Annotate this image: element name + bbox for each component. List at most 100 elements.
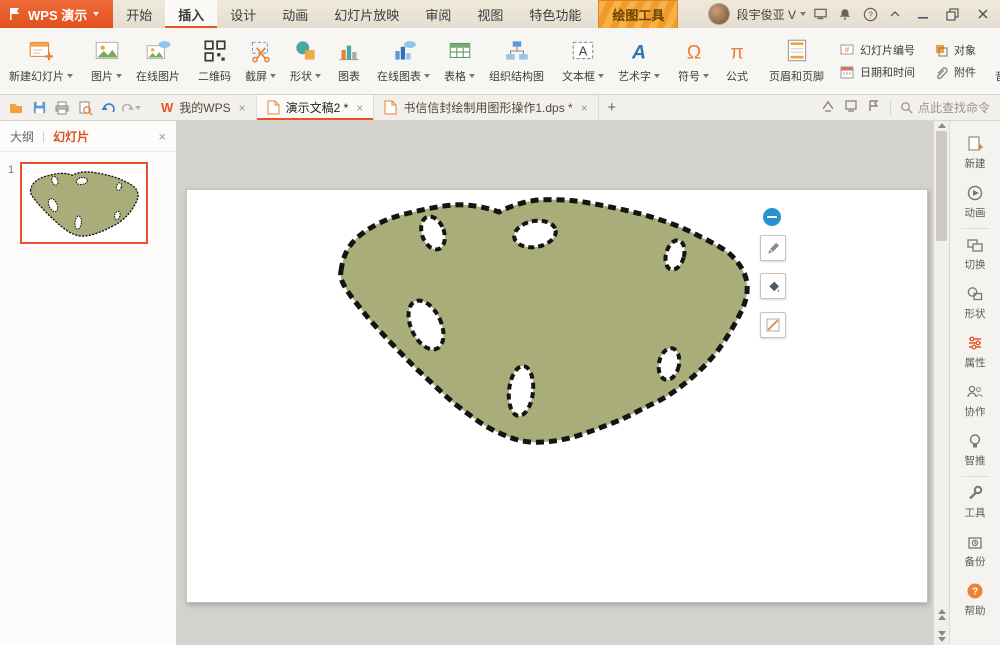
sidebar-item-smart-suggest[interactable]: 智推 — [950, 426, 1000, 475]
double-chevron-up-icon — [938, 609, 946, 614]
lightbulb-icon — [966, 432, 984, 450]
word-art-button[interactable]: A 艺术字 — [611, 29, 667, 92]
app-logo[interactable]: WPS 演示 — [0, 0, 113, 28]
sidebar-item-animation[interactable]: 动画 — [950, 178, 1000, 227]
doc-tab-letter-envelope[interactable]: 书信信封绘制用图形操作1.dps * × — [374, 95, 598, 120]
transition-icon — [966, 236, 984, 254]
sidebar-item-help[interactable]: ? 帮助 — [950, 576, 1000, 625]
close-panel-icon[interactable]: × — [158, 129, 166, 144]
online-picture-button[interactable]: 在线图片 — [129, 29, 187, 92]
tab-home[interactable]: 开始 — [113, 0, 165, 28]
slide-number-button[interactable]: # 幻灯片编号 — [839, 42, 915, 58]
online-chart-icon — [390, 37, 418, 65]
outline-color-button[interactable] — [760, 312, 786, 338]
screenshot-button[interactable]: 截屏 — [238, 29, 283, 92]
shapes-button[interactable]: 形状 — [283, 29, 328, 92]
object-button[interactable]: 对象 — [933, 42, 976, 58]
tab-special-features[interactable]: 特色功能 — [516, 0, 594, 28]
collapse-ribbon-icon[interactable] — [884, 4, 906, 24]
minimize-button[interactable] — [909, 2, 936, 26]
svg-text:A: A — [579, 43, 588, 58]
chevron-down-icon — [703, 74, 709, 78]
sidebar-item-shapes[interactable]: 形状 — [950, 279, 1000, 328]
table-button[interactable]: 表格 — [437, 29, 482, 92]
workspace-icon[interactable] — [867, 99, 881, 116]
freeform-shape-selected[interactable] — [177, 121, 933, 645]
sidebar-item-properties[interactable]: 属性 — [950, 328, 1000, 377]
close-tab-icon[interactable]: × — [356, 101, 363, 115]
table-icon — [446, 37, 474, 65]
tab-view[interactable]: 视图 — [464, 0, 516, 28]
slide-number-icon: # — [839, 42, 855, 58]
chevron-down-icon — [93, 12, 99, 16]
slide-canvas[interactable] — [177, 121, 933, 645]
chart-button[interactable]: 图表 — [328, 29, 370, 92]
tab-slides[interactable]: 幻灯片 — [53, 128, 89, 145]
close-button[interactable] — [969, 2, 996, 26]
scrollbar-thumb[interactable] — [936, 131, 947, 241]
new-slide-button[interactable]: 新建幻灯片 — [2, 29, 80, 92]
header-footer-button[interactable]: 页眉和页脚 — [762, 29, 831, 92]
print-icon[interactable] — [52, 98, 72, 118]
tab-list-icon[interactable] — [821, 99, 835, 116]
chevron-down-icon — [424, 74, 430, 78]
picture-button[interactable]: 图片 — [84, 29, 129, 92]
open-folder-icon[interactable] — [6, 98, 26, 118]
user-name[interactable]: 段宇俊亚 V — [737, 6, 796, 23]
formula-button[interactable]: π 公式 — [716, 29, 758, 92]
chevron-down-icon — [270, 74, 276, 78]
sidebar-item-tools[interactable]: 工具 — [950, 478, 1000, 527]
bell-icon[interactable] — [834, 4, 856, 24]
sidebar-item-backup[interactable]: 备份 — [950, 527, 1000, 576]
qr-code-button[interactable]: 二维码 — [191, 29, 238, 92]
slide-thumbnail[interactable] — [20, 162, 148, 244]
org-chart-button[interactable]: 组织结构图 — [482, 29, 551, 92]
previous-slide-button[interactable] — [938, 605, 946, 624]
sidebar-item-transition[interactable]: 切换 — [950, 230, 1000, 279]
sidebar-item-new[interactable]: 新建 — [950, 129, 1000, 178]
tab-design[interactable]: 设计 — [217, 0, 269, 28]
tab-slideshow[interactable]: 幻灯片放映 — [321, 0, 412, 28]
wps-presentation-window: WPS 演示 开始 插入 设计 动画 幻灯片放映 审阅 视图 特色功能 绘图工具… — [0, 0, 1000, 645]
tab-animation[interactable]: 动画 — [269, 0, 321, 28]
chevron-down-icon — [135, 106, 141, 110]
save-icon[interactable] — [29, 98, 49, 118]
tab-review[interactable]: 审阅 — [412, 0, 464, 28]
doc-tab-presentation2[interactable]: 演示文稿2 * × — [257, 95, 375, 120]
edit-points-button[interactable] — [760, 235, 786, 261]
next-slide-button[interactable] — [938, 627, 946, 645]
people-icon — [966, 383, 984, 401]
share-screen-icon[interactable] — [809, 4, 831, 24]
audio-button[interactable]: 音频 — [988, 29, 1000, 92]
user-avatar[interactable] — [708, 3, 730, 25]
tab-insert[interactable]: 插入 — [165, 0, 217, 28]
redo-icon[interactable] — [121, 98, 141, 118]
restore-button[interactable] — [939, 2, 966, 26]
close-tab-icon[interactable]: × — [239, 101, 246, 115]
close-tab-icon[interactable]: × — [581, 101, 588, 115]
print-preview-icon[interactable] — [75, 98, 95, 118]
fill-color-button[interactable] — [760, 273, 786, 299]
symbol-button[interactable]: Ω 符号 — [671, 29, 716, 92]
new-tab-button[interactable]: + — [599, 95, 625, 120]
sidebar-item-collaborate[interactable]: 协作 — [950, 377, 1000, 426]
collapse-tools-button[interactable] — [763, 208, 781, 226]
online-chart-button[interactable]: 在线图表 — [370, 29, 437, 92]
sync-icon[interactable] — [844, 99, 858, 116]
scroll-up-icon[interactable] — [938, 123, 946, 128]
text-box-button[interactable]: A 文本框 — [555, 29, 611, 92]
doc-tab-my-wps[interactable]: W 我的WPS × — [151, 95, 257, 120]
vertical-scrollbar[interactable] — [933, 121, 949, 645]
chevron-down-icon — [116, 74, 122, 78]
undo-icon[interactable] — [98, 98, 118, 118]
tab-drawing-tools[interactable]: 绘图工具 — [598, 0, 678, 28]
search-icon — [900, 101, 913, 114]
online-picture-icon — [144, 37, 172, 65]
double-chevron-up-icon — [938, 615, 946, 620]
help-icon[interactable]: ? — [859, 4, 881, 24]
tab-outline[interactable]: 大纲 — [10, 128, 34, 145]
find-command[interactable]: 点此查找命令 — [900, 99, 990, 116]
menu-tab-strip: 开始 插入 设计 动画 幻灯片放映 审阅 视图 特色功能 绘图工具 — [113, 0, 678, 28]
date-time-button[interactable]: 日期和时间 — [839, 64, 915, 80]
attachment-button[interactable]: 附件 — [933, 64, 976, 80]
